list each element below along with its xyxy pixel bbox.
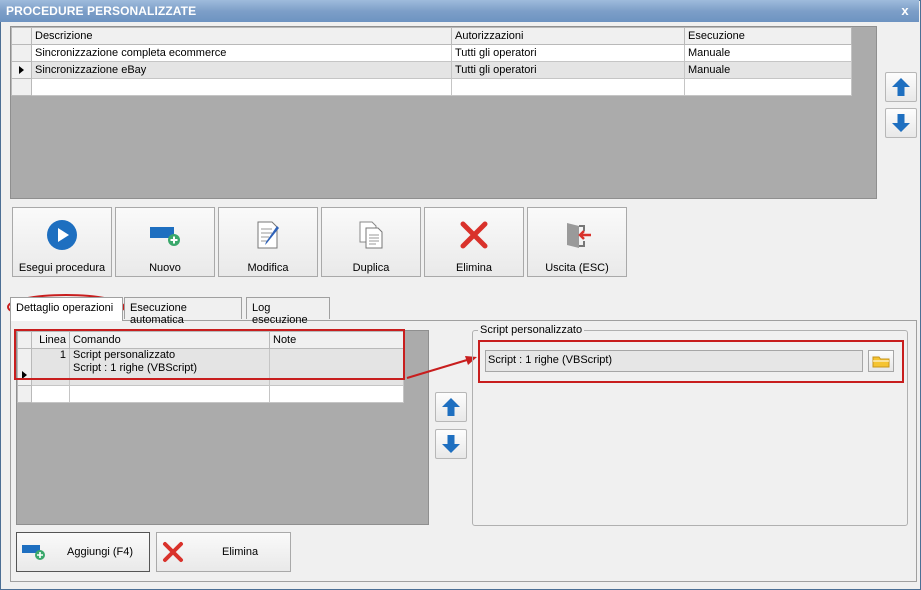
run-procedure-label: Esegui procedura	[18, 262, 106, 274]
empty-cell[interactable]	[684, 78, 852, 96]
new-item-icon	[150, 227, 180, 246]
delete-icon	[163, 542, 183, 562]
window-title: PROCEDURE PERSONALIZZATE	[6, 4, 197, 18]
edit-label: Modifica	[247, 262, 289, 274]
duplicate-button[interactable]: Duplica	[321, 207, 421, 277]
delete-icon	[460, 221, 488, 249]
highlight-box-operation	[14, 329, 405, 380]
procedures-header-row: Descrizione Autorizzazioni Esecuzione	[11, 27, 852, 45]
empty-cell[interactable]	[31, 385, 70, 403]
play-icon	[47, 220, 77, 250]
new-button[interactable]: Nuovo	[115, 207, 215, 277]
delete-operation-label: Elimina	[222, 546, 259, 558]
script-group-label: Script personalizzato	[478, 324, 585, 336]
procedure-esecuzione[interactable]: Manuale	[684, 44, 852, 62]
row-indicator	[17, 385, 32, 403]
duplicate-icon	[359, 221, 383, 249]
tab-dettaglio-operazioni[interactable]: Dettaglio operazioni	[10, 297, 123, 321]
procedure-descrizione[interactable]: Sincronizzazione eBay	[31, 61, 452, 79]
column-header-esecuzione[interactable]: Esecuzione	[684, 27, 852, 45]
add-operation-button[interactable]: Aggiungi (F4)	[16, 532, 150, 572]
move-down-button[interactable]	[885, 108, 917, 138]
procedure-autorizzazioni[interactable]: Tutti gli operatori	[451, 44, 685, 62]
arrow-down-icon	[892, 114, 910, 132]
move-up-button[interactable]	[885, 72, 917, 102]
procedure-esecuzione[interactable]: Manuale	[684, 61, 852, 79]
current-row-indicator-icon	[11, 61, 32, 79]
exit-button[interactable]: Uscita (ESC)	[527, 207, 627, 277]
delete-operation-button[interactable]: Elimina	[156, 532, 291, 572]
new-label: Nuovo	[149, 262, 181, 274]
row-indicator	[11, 44, 32, 62]
run-procedure-button[interactable]: Esegui procedura	[12, 207, 112, 277]
tab-label: Esecuzione automatica	[130, 302, 187, 326]
add-operation-label: Aggiungi (F4)	[67, 546, 134, 558]
arrow-down-icon	[442, 435, 460, 453]
operation-move-down-button[interactable]	[435, 429, 467, 459]
procedures-table: Descrizione Autorizzazioni Esecuzione Si…	[11, 27, 852, 96]
arrow-up-icon	[442, 398, 460, 416]
new-row[interactable]	[11, 78, 852, 96]
new-row[interactable]	[17, 385, 404, 403]
tab-label: Dettaglio operazioni	[16, 302, 114, 314]
procedure-descrizione[interactable]: Sincronizzazione completa ecommerce	[31, 44, 452, 62]
procedure-row[interactable]: Sincronizzazione completa ecommerce Tutt…	[11, 44, 852, 62]
duplicate-label: Duplica	[352, 262, 390, 274]
operation-move-up-button[interactable]	[435, 392, 467, 422]
empty-cell[interactable]	[269, 385, 404, 403]
highlight-box-script	[478, 340, 904, 383]
exit-icon	[567, 223, 591, 248]
tab-esecuzione-automatica[interactable]: Esecuzione automatica	[124, 297, 242, 326]
new-item-icon	[22, 545, 45, 560]
column-header-descrizione[interactable]: Descrizione	[31, 27, 452, 45]
row-indicator	[11, 78, 32, 96]
empty-cell[interactable]	[69, 385, 270, 403]
edit-icon	[257, 221, 279, 249]
procedure-autorizzazioni[interactable]: Tutti gli operatori	[451, 61, 685, 79]
edit-button[interactable]: Modifica	[218, 207, 318, 277]
delete-button[interactable]: Elimina	[424, 207, 524, 277]
empty-cell[interactable]	[31, 78, 452, 96]
delete-label: Elimina	[455, 262, 493, 274]
row-indicator-header	[11, 27, 32, 45]
arrow-up-icon	[892, 78, 910, 96]
tab-label: Log esecuzione	[252, 302, 308, 326]
column-header-autorizzazioni[interactable]: Autorizzazioni	[451, 27, 685, 45]
close-button[interactable]: x	[897, 3, 913, 19]
empty-cell[interactable]	[451, 78, 685, 96]
highlight-arrow	[406, 356, 477, 379]
tab-log-esecuzione[interactable]: Log esecuzione	[246, 297, 330, 326]
exit-label: Uscita (ESC)	[545, 262, 609, 274]
procedure-row[interactable]: Sincronizzazione eBay Tutti gli operator…	[11, 61, 852, 79]
